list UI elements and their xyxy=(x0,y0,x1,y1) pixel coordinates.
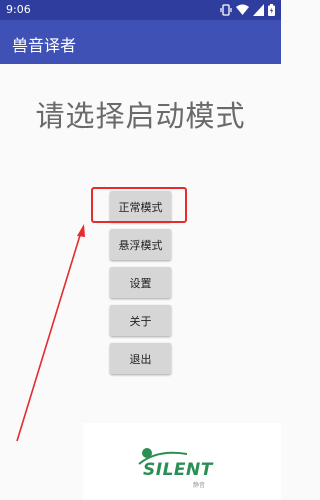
watermark: SILENT 静音 xyxy=(83,423,281,500)
watermark-text: SILENT xyxy=(143,460,213,480)
watermark-subtext: 静音 xyxy=(193,482,206,489)
